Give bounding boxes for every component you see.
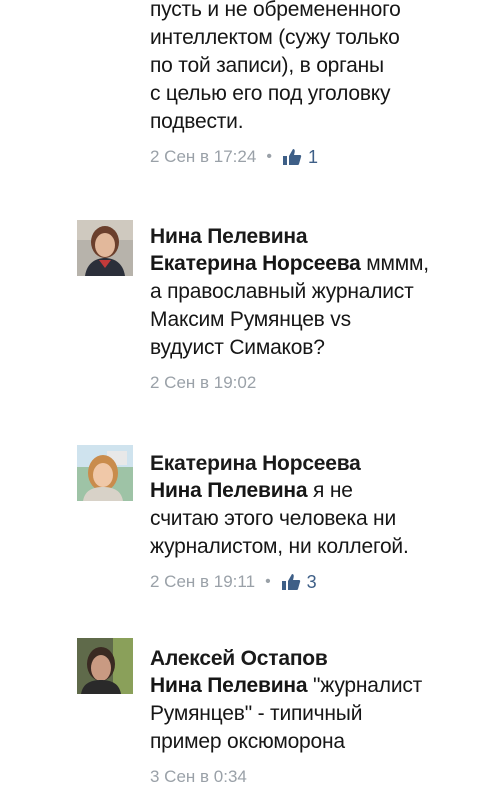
meta-separator: • [266, 148, 272, 165]
reply-to-name[interactable]: Екатерина Норсеева [150, 252, 361, 275]
comment-author[interactable]: Алексей Остапов [150, 646, 490, 672]
comment-content: пусть и не обремененного интеллектом (су… [150, 0, 490, 168]
avatar-image [77, 445, 133, 501]
thumbs-up-icon [281, 574, 300, 590]
avatar-image [77, 638, 133, 694]
comments-feed: пусть и не обремененного интеллектом (су… [0, 0, 501, 807]
avatar-image [77, 220, 133, 276]
like-button[interactable]: 1 [282, 146, 318, 168]
comment-content: Екатерина Норсеева Нина Пелевина я не сч… [150, 451, 490, 593]
comment-timestamp[interactable]: 2 Сен в 17:24 [150, 146, 256, 168]
avatar[interactable] [77, 638, 133, 694]
avatar[interactable] [77, 445, 133, 501]
like-count: 1 [307, 147, 318, 167]
avatar[interactable] [77, 220, 133, 276]
comment-content: Алексей Остапов Нина Пелевина "журналист… [150, 646, 490, 788]
comment-meta: 2 Сен в 19:11 • 3 [150, 571, 490, 593]
comment-author[interactable]: Нина Пелевина [150, 224, 490, 250]
reply-to-name[interactable]: Нина Пелевина [150, 674, 308, 697]
like-button[interactable]: 3 [281, 571, 317, 593]
comment-author[interactable]: Екатерина Норсеева [150, 451, 490, 477]
comment-content: Нина Пелевина Екатерина Норсеева мммм, а… [150, 224, 490, 394]
thumbs-up-icon [282, 149, 302, 165]
comment-meta: 3 Сен в 0:34 [150, 766, 490, 788]
comment-timestamp[interactable]: 2 Сен в 19:02 [150, 372, 256, 394]
comment-text: Екатерина Норсеева мммм, а православный … [150, 250, 490, 362]
reply-to-name[interactable]: Нина Пелевина [150, 479, 308, 502]
comment-text: пусть и не обремененного интеллектом (су… [150, 0, 401, 133]
comment-meta: 2 Сен в 17:24 • 1 [150, 146, 490, 168]
comment-text: Нина Пелевина я не считаю этого человека… [150, 477, 490, 561]
meta-separator: • [265, 573, 271, 590]
comment-timestamp[interactable]: 2 Сен в 19:11 [150, 571, 255, 593]
comment-timestamp[interactable]: 3 Сен в 0:34 [150, 766, 247, 788]
comment-text: Нина Пелевина "журналист Румянцев" - тип… [150, 672, 490, 756]
comment-meta: 2 Сен в 19:02 [150, 372, 490, 394]
like-count: 3 [306, 572, 317, 592]
